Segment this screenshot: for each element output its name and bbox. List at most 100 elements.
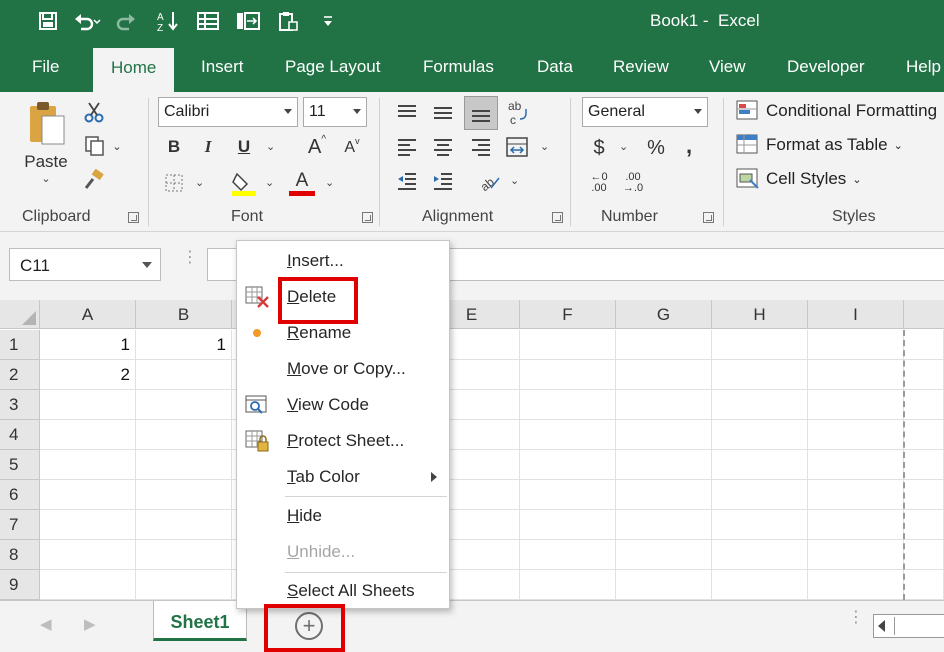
- cell-f9[interactable]: [520, 570, 616, 600]
- cell-i1[interactable]: [808, 330, 904, 360]
- cell-h8[interactable]: [712, 540, 808, 570]
- cell-h9[interactable]: [712, 570, 808, 600]
- merge-dropdown-icon[interactable]: ⌄: [540, 140, 549, 153]
- cell-i3[interactable]: [808, 390, 904, 420]
- increase-indent-icon[interactable]: [430, 168, 456, 194]
- cell-b2[interactable]: [136, 360, 232, 390]
- menu-item-rename[interactable]: Rename: [237, 315, 451, 351]
- comma-button[interactable]: ,: [679, 132, 699, 160]
- cell-b8[interactable]: [136, 540, 232, 570]
- cell-h7[interactable]: [712, 510, 808, 540]
- menu-item-delete[interactable]: Delete: [237, 279, 451, 315]
- copy-icon[interactable]: ⌄: [80, 132, 126, 160]
- cell-f1[interactable]: [520, 330, 616, 360]
- cell-i2[interactable]: [808, 360, 904, 390]
- column-header-f[interactable]: F: [520, 300, 616, 329]
- cell-a6[interactable]: [40, 480, 136, 510]
- menu-item-view-code[interactable]: View Code: [237, 387, 451, 423]
- cell-g7[interactable]: [616, 510, 712, 540]
- scroll-thumb[interactable]: [894, 617, 944, 635]
- alignment-launcher-icon[interactable]: [552, 212, 563, 223]
- cell-styles-button[interactable]: Cell Styles ⌄: [736, 168, 862, 190]
- row-header-5[interactable]: 5: [0, 450, 40, 480]
- column-header-b[interactable]: B: [136, 300, 232, 329]
- tab-view[interactable]: View: [709, 57, 746, 77]
- align-left-icon[interactable]: [394, 134, 420, 160]
- cell-j5[interactable]: [904, 450, 944, 480]
- row-header-3[interactable]: 3: [0, 390, 40, 420]
- fill-color-icon[interactable]: [229, 168, 259, 198]
- cut-icon[interactable]: [80, 98, 108, 126]
- tab-home[interactable]: Home: [93, 48, 175, 92]
- row-header-9[interactable]: 9: [0, 570, 40, 600]
- cell-j6[interactable]: [904, 480, 944, 510]
- sheet-tab-sheet1[interactable]: Sheet1: [153, 601, 247, 641]
- cell-g2[interactable]: [616, 360, 712, 390]
- menu-item-move-or-copy[interactable]: Move or Copy...: [237, 351, 451, 387]
- tab-review[interactable]: Review: [613, 57, 669, 77]
- cell-h3[interactable]: [712, 390, 808, 420]
- borders-icon[interactable]: [161, 170, 187, 196]
- cell-a2[interactable]: 2: [40, 360, 136, 390]
- clipboard-launcher-icon[interactable]: [128, 212, 139, 223]
- cell-a3[interactable]: [40, 390, 136, 420]
- paste-button[interactable]: Paste ⌄: [18, 100, 74, 190]
- italic-button[interactable]: I: [195, 134, 221, 160]
- menu-item-tab-color[interactable]: Tab Color: [237, 459, 451, 495]
- cell-f5[interactable]: [520, 450, 616, 480]
- bold-button[interactable]: B: [161, 134, 187, 160]
- cell-f8[interactable]: [520, 540, 616, 570]
- column-header-h[interactable]: H: [712, 300, 808, 329]
- cell-a5[interactable]: [40, 450, 136, 480]
- cell-g4[interactable]: [616, 420, 712, 450]
- cell-a1[interactable]: 1: [40, 330, 136, 360]
- cell-j2[interactable]: [904, 360, 944, 390]
- cell-b7[interactable]: [136, 510, 232, 540]
- row-header-4[interactable]: 4: [0, 420, 40, 450]
- cell-g5[interactable]: [616, 450, 712, 480]
- cell-i4[interactable]: [808, 420, 904, 450]
- tab-file[interactable]: File: [32, 57, 59, 77]
- cell-b4[interactable]: [136, 420, 232, 450]
- underline-button[interactable]: U: [231, 134, 257, 160]
- column-header-j[interactable]: [904, 300, 944, 329]
- cell-b6[interactable]: [136, 480, 232, 510]
- freeze-icon[interactable]: [228, 6, 268, 36]
- cell-j9[interactable]: [904, 570, 944, 600]
- cell-b5[interactable]: [136, 450, 232, 480]
- merge-center-icon[interactable]: [504, 134, 530, 160]
- column-header-a[interactable]: A: [40, 300, 136, 329]
- shrink-font-button[interactable]: Av: [339, 136, 365, 160]
- cell-a9[interactable]: [40, 570, 136, 600]
- cell-h6[interactable]: [712, 480, 808, 510]
- redo-icon[interactable]: [108, 6, 148, 36]
- percent-button[interactable]: %: [643, 134, 669, 162]
- number-launcher-icon[interactable]: [703, 212, 714, 223]
- format-painter-icon[interactable]: [80, 166, 108, 194]
- horizontal-scrollbar[interactable]: [873, 614, 944, 638]
- row-header-8[interactable]: 8: [0, 540, 40, 570]
- new-sheet-icon[interactable]: +: [295, 612, 323, 640]
- name-box[interactable]: C11: [9, 248, 161, 281]
- cell-g9[interactable]: [616, 570, 712, 600]
- cell-j8[interactable]: [904, 540, 944, 570]
- underline-dropdown-icon[interactable]: ⌄: [266, 140, 275, 153]
- font-launcher-icon[interactable]: [362, 212, 373, 223]
- wrap-text-icon[interactable]: ab c: [504, 98, 530, 128]
- cell-f7[interactable]: [520, 510, 616, 540]
- tab-page-layout[interactable]: Page Layout: [285, 57, 380, 77]
- decrease-decimal-button[interactable]: .00 →.0: [619, 168, 647, 198]
- cell-j4[interactable]: [904, 420, 944, 450]
- cell-i7[interactable]: [808, 510, 904, 540]
- name-box-dropdown-icon[interactable]: [142, 262, 152, 268]
- row-header-7[interactable]: 7: [0, 510, 40, 540]
- cell-b1[interactable]: 1: [136, 330, 232, 360]
- orientation-dropdown-icon[interactable]: ⌄: [510, 174, 519, 187]
- select-all-button[interactable]: [0, 300, 40, 329]
- tab-help[interactable]: Help: [906, 57, 941, 77]
- prev-sheet-icon[interactable]: ◀: [40, 615, 52, 633]
- font-size-select[interactable]: 11: [303, 97, 367, 127]
- cell-h4[interactable]: [712, 420, 808, 450]
- align-top-icon[interactable]: [394, 100, 420, 126]
- formula-bar-grip-icon[interactable]: ⋮: [182, 250, 198, 266]
